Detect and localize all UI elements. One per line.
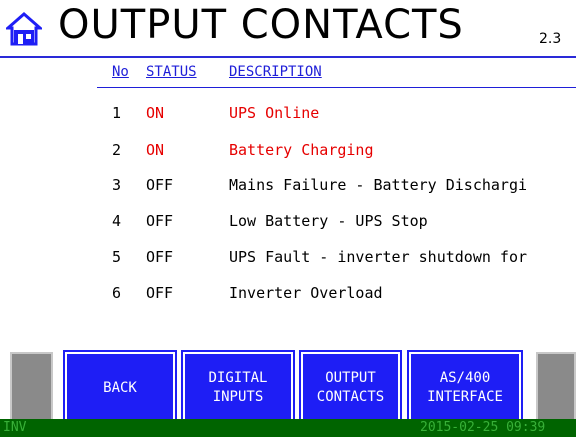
back-button-label: BACK [103, 379, 137, 396]
row-number: 3 [112, 176, 122, 194]
row-status: ON [146, 141, 165, 159]
output-contacts-label-line1: OUTPUT [325, 370, 376, 386]
as400-interface-button[interactable]: AS/400 INTERFACE [407, 350, 523, 426]
table-row: 1 ON UPS Online [0, 104, 576, 128]
header-divider [0, 56, 576, 58]
row-number: 5 [112, 248, 122, 266]
header-bar: OUTPUT CONTACTS 2.3 [0, 0, 576, 52]
table-row: 4 OFF Low Battery - UPS Stop [0, 212, 576, 236]
row-description: Battery Charging [229, 141, 374, 159]
output-contacts-label-line2: CONTACTS [316, 389, 385, 405]
version-label: 2.3 [539, 31, 562, 47]
back-button[interactable]: BACK [63, 350, 177, 426]
row-status: ON [146, 104, 165, 122]
row-status: OFF [146, 212, 174, 230]
table-row: 5 OFF UPS Fault - inverter shutdown for [0, 248, 576, 272]
column-header-description: DESCRIPTION [229, 64, 322, 80]
digital-inputs-label-line1: DIGITAL [208, 370, 268, 386]
row-status: OFF [146, 284, 174, 302]
row-number: 4 [112, 212, 122, 230]
row-status: OFF [146, 248, 174, 266]
nav-scroll-left[interactable] [10, 352, 53, 424]
home-icon[interactable] [6, 12, 42, 46]
status-bar: INV 2015-02-25 09:39 [0, 419, 576, 437]
output-contacts-button[interactable]: OUTPUT CONTACTS [299, 350, 402, 426]
table-row: 6 OFF Inverter Overload [0, 284, 576, 308]
as400-label-line2: INTERFACE [427, 389, 503, 405]
table-row: 2 ON Battery Charging [0, 141, 576, 165]
digital-inputs-label-line2: INPUTS [212, 389, 264, 405]
page-title: OUTPUT CONTACTS [58, 2, 464, 48]
table-row: 3 OFF Mains Failure - Battery Dischargi [0, 176, 576, 200]
column-header-status: STATUS [146, 64, 197, 80]
column-header-no: No [112, 64, 129, 80]
row-description: Inverter Overload [229, 284, 383, 302]
datetime-display: 2015-02-25 09:39 [420, 420, 546, 435]
row-status: OFF [146, 176, 174, 194]
row-number: 2 [112, 141, 122, 159]
row-description: UPS Fault - inverter shutdown for [229, 248, 528, 266]
row-description: Mains Failure - Battery Dischargi [229, 176, 528, 194]
digital-inputs-button[interactable]: DIGITAL INPUTS [181, 350, 295, 426]
mode-indicator: INV [3, 420, 27, 435]
nav-scroll-right[interactable] [536, 352, 576, 424]
table-header-divider [97, 87, 576, 88]
as400-label-line1: AS/400 [439, 370, 491, 386]
row-description: Low Battery - UPS Stop [229, 212, 428, 230]
row-number: 1 [112, 104, 122, 122]
row-number: 6 [112, 284, 122, 302]
row-description: UPS Online [229, 104, 320, 122]
